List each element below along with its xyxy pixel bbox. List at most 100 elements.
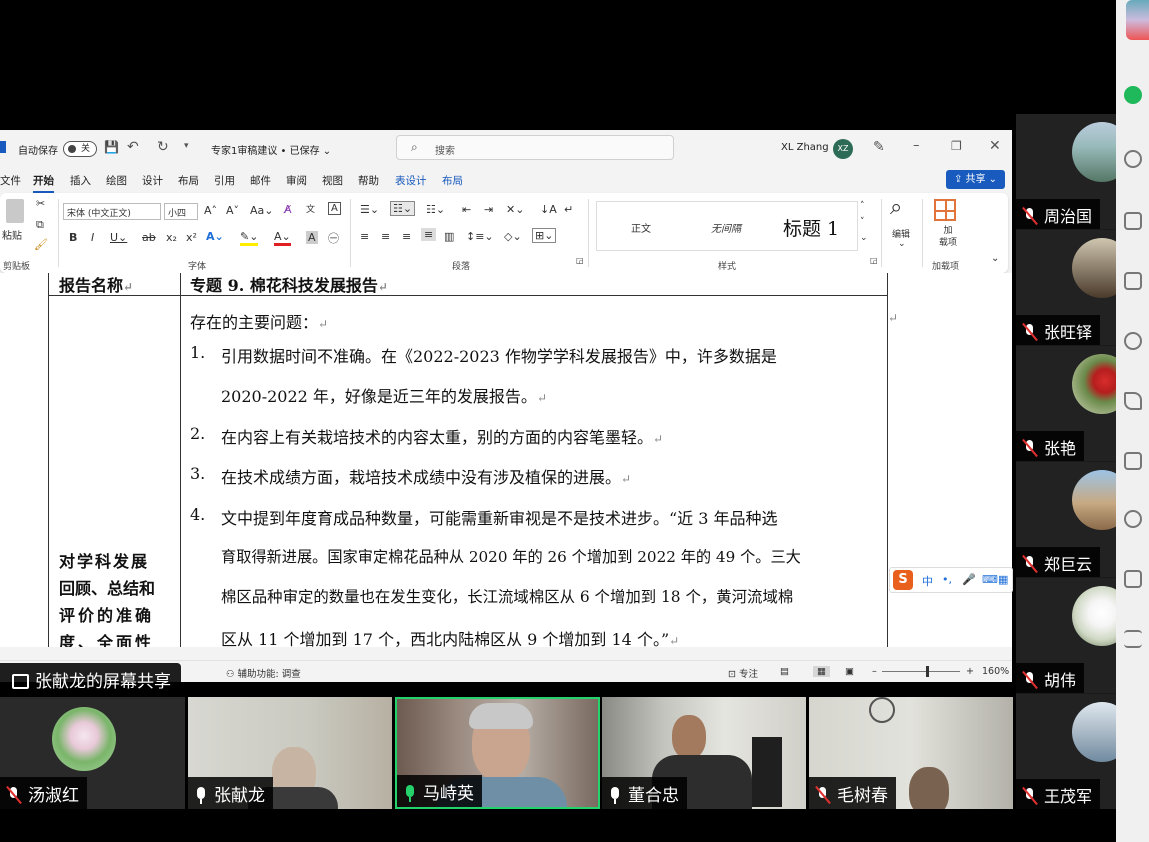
superscript-icon[interactable]: x² — [186, 231, 197, 244]
bold-icon[interactable]: B — [69, 231, 77, 244]
avatar[interactable] — [1126, 0, 1149, 40]
enclose-char-icon[interactable]: ㊀ — [328, 230, 339, 246]
participant-tile[interactable]: 董合忠 — [602, 697, 806, 809]
align-right-icon[interactable]: ≡ — [402, 230, 411, 243]
tab-mailings[interactable]: 邮件 — [250, 173, 271, 188]
tab-review[interactable]: 审阅 — [286, 173, 307, 188]
user-avatar[interactable]: XZ — [833, 139, 853, 159]
tab-view[interactable]: 视图 — [322, 173, 343, 188]
participant-tile[interactable]: 毛树春 — [809, 697, 1013, 809]
subscript-icon[interactable]: x₂ — [166, 231, 177, 244]
shrink-font-icon[interactable]: A˅ — [226, 204, 239, 217]
menu-icon[interactable] — [1124, 630, 1142, 648]
participant-tile[interactable]: 张旺铎 — [1016, 230, 1116, 345]
ime-menu-icon[interactable]: ▦ — [998, 573, 1008, 586]
grow-font-icon[interactable]: A˄ — [204, 204, 217, 217]
user-name[interactable]: XL Zhang — [781, 142, 829, 153]
font-name-select[interactable]: 宋体 (中文正文) — [63, 203, 161, 220]
bullets-icon[interactable]: ☰⌄ — [360, 203, 379, 216]
find-icon[interactable]: ⌕ — [890, 195, 902, 220]
pen-icon[interactable]: ✎ — [873, 139, 885, 155]
gallery-more-icon[interactable]: ⌄ — [860, 233, 868, 243]
chat-icon[interactable] — [1124, 86, 1142, 104]
style-normal[interactable]: 正文 — [631, 220, 651, 235]
participant-tile-speaking[interactable]: 马峙英 — [395, 697, 600, 809]
collapse-ribbon-icon[interactable]: ⌄ — [991, 253, 999, 264]
participant-tile[interactable]: 汤淑红 — [0, 697, 185, 809]
numbering-icon[interactable]: ☷⌄ — [390, 201, 416, 216]
show-marks-icon[interactable]: ↵ — [564, 203, 573, 216]
align-center-icon[interactable]: ≡ — [381, 230, 390, 243]
paragraph-launcher-icon[interactable]: ◲ — [576, 256, 584, 265]
zoom-level[interactable]: 160% — [982, 666, 1009, 677]
print-layout-icon[interactable]: ▦ — [813, 666, 830, 677]
tab-table-design[interactable]: 表设计 — [395, 173, 427, 188]
change-case-icon[interactable]: Aa⌄ — [250, 204, 273, 217]
highlight-icon[interactable]: ✎⌄ — [240, 230, 259, 246]
cut-icon[interactable]: ✂ — [36, 197, 45, 210]
save-icon[interactable]: 💾 — [104, 140, 119, 154]
asian-layout-icon[interactable]: ✕⌄ — [506, 203, 524, 216]
minimize-icon[interactable]: – — [913, 138, 920, 153]
borders-icon[interactable]: ⊞⌄ — [532, 228, 557, 243]
keyboard-icon[interactable]: ⌨ — [982, 573, 998, 586]
align-left-icon[interactable]: ≡ — [360, 230, 369, 243]
undo-icon[interactable]: ↶ — [127, 139, 139, 155]
style-heading1[interactable]: 标题 1 — [783, 214, 839, 241]
text-effects-icon[interactable]: A⌄ — [206, 230, 224, 243]
char-shading-icon[interactable]: A — [306, 231, 318, 244]
tab-draw[interactable]: 绘图 — [106, 173, 127, 188]
participant-tile[interactable]: 胡伟 — [1016, 578, 1116, 693]
ime-toolbar[interactable]: S 中 •, 🎤 ⌨ ▦ — [889, 567, 1013, 593]
paste-label[interactable]: 粘贴 — [2, 227, 22, 242]
sort-icon[interactable]: ↓A — [540, 203, 557, 216]
voice-input-icon[interactable]: 🎤 — [962, 573, 976, 586]
leaf-icon[interactable] — [1124, 392, 1142, 410]
multilevel-list-icon[interactable]: ☷⌄ — [426, 203, 445, 216]
addins-button-label[interactable]: 加 载项 — [938, 225, 958, 249]
zoom-slider[interactable] — [882, 671, 960, 672]
paste-icon[interactable] — [6, 199, 24, 223]
read-mode-icon[interactable]: ▤ — [780, 666, 789, 677]
participant-tile[interactable]: 张艳 — [1016, 346, 1116, 461]
font-color-icon[interactable]: A⌄ — [274, 230, 291, 246]
tab-file[interactable]: 文件 — [0, 173, 21, 188]
font-size-select[interactable]: 小四 — [164, 203, 198, 220]
focus-mode[interactable]: ⊡ 专注 — [728, 666, 758, 680]
tab-references[interactable]: 引用 — [214, 173, 235, 188]
ime-language[interactable]: 中 — [922, 573, 933, 589]
participant-tile[interactable]: 王茂军 — [1016, 694, 1116, 809]
justify-icon[interactable]: ≡ — [421, 228, 437, 241]
addins-icon[interactable] — [934, 199, 956, 221]
clock-icon[interactable] — [1124, 510, 1142, 528]
gallery-up-icon[interactable]: ˄ — [860, 201, 865, 211]
style-no-spacing[interactable]: 无间隔 — [711, 220, 741, 235]
italic-icon[interactable]: I — [91, 231, 94, 244]
customize-toolbar-icon[interactable]: ▾ — [184, 141, 189, 151]
document-title[interactable]: 专家1审稿建议 • 已保存 ⌄ — [211, 142, 331, 157]
decrease-indent-icon[interactable]: ⇤ — [462, 203, 471, 216]
autosave-toggle[interactable]: 关 — [63, 141, 97, 157]
close-icon[interactable]: ✕ — [989, 138, 1001, 154]
format-painter-icon[interactable]: 🖌 — [34, 238, 48, 251]
phonetic-guide-icon[interactable]: 文 — [306, 202, 315, 215]
participant-tile[interactable]: 周治国 — [1016, 114, 1116, 229]
shading-icon[interactable]: ◇⌄ — [504, 230, 522, 243]
cube-icon[interactable] — [1124, 212, 1142, 230]
participant-tile[interactable]: 郑巨云 — [1016, 462, 1116, 577]
underline-icon[interactable]: U⌄ — [110, 231, 127, 244]
strikethrough-icon[interactable]: ab — [142, 231, 156, 244]
restore-icon[interactable]: ❐ — [951, 139, 962, 153]
participant-tile[interactable]: 张献龙 — [188, 697, 392, 809]
copy-icon[interactable]: ⧉ — [36, 218, 44, 232]
redo-icon[interactable]: ↻ — [157, 139, 169, 155]
distributed-icon[interactable]: ▥ — [444, 230, 454, 243]
char-border-icon[interactable]: A — [328, 202, 341, 215]
gallery-down-icon[interactable]: ˅ — [860, 217, 865, 227]
zoom-slider-thumb[interactable] — [926, 666, 929, 677]
zoom-out-icon[interactable]: – — [872, 666, 877, 677]
line-spacing-icon[interactable]: ↕≡⌄ — [466, 230, 494, 243]
document-page[interactable]: 报告名称↵ 专题 9. 棉花科技发展报告↵ ↵ 对学科发展 回顾、总结和 评价的… — [0, 273, 1012, 647]
accessibility-status[interactable]: ⚇ 辅助功能: 调查 — [226, 666, 301, 680]
tab-help[interactable]: 帮助 — [358, 173, 379, 188]
